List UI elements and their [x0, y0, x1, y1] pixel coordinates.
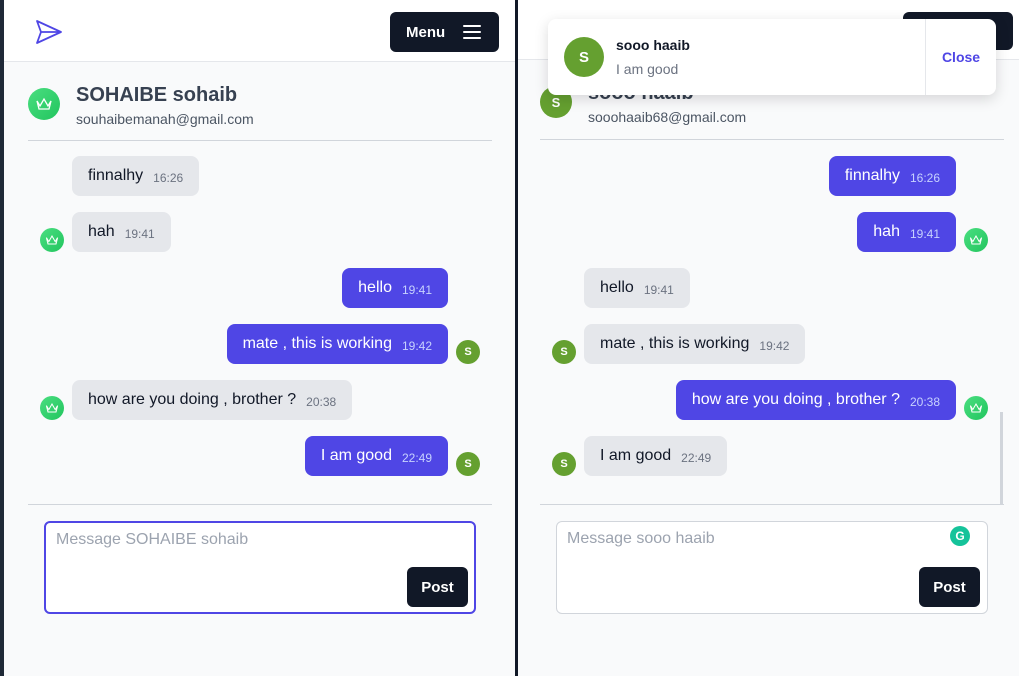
avatar: S	[552, 452, 576, 476]
crown-icon	[964, 396, 988, 420]
header-divider	[540, 139, 1004, 140]
avatar: S	[564, 37, 604, 77]
message-bubble: hah 19:41	[72, 212, 171, 252]
hamburger-icon	[463, 25, 481, 39]
message-bubble: finnalhy 16:26	[72, 156, 200, 196]
message-input[interactable]	[56, 531, 464, 561]
contact-name: SOHAIBE sohaib	[76, 84, 238, 106]
message-bubble: hah 19:41	[857, 212, 956, 252]
header-divider	[28, 140, 492, 141]
avatar: S	[456, 452, 480, 476]
paper-plane-icon[interactable]	[34, 18, 64, 46]
menu-button[interactable]: Menu	[390, 12, 499, 52]
scrollbar[interactable]	[1000, 412, 1003, 504]
crown-icon	[40, 396, 64, 420]
message-bubble: mate , this is working 19:42	[226, 324, 448, 364]
composer-divider	[540, 504, 1004, 505]
contact-email: souhaibemanah@gmail.com	[76, 111, 254, 127]
post-button[interactable]: Post	[919, 567, 980, 607]
message-bubble: how are you doing , brother ? 20:38	[675, 380, 956, 420]
menu-label: Menu	[406, 23, 446, 41]
message-input[interactable]	[567, 530, 977, 560]
composer-divider	[28, 504, 492, 505]
message-bubble: finnalhy 16:26	[828, 156, 956, 196]
grammarly-icon[interactable]: G	[950, 526, 970, 546]
top-bar: Menu	[4, 0, 515, 62]
contact-email: sooohaaib68@gmail.com	[588, 109, 747, 125]
chat-pane-right: S sooo haaib sooohaaib68@gmail.com finna…	[518, 0, 1019, 676]
message-bubble: mate , this is working 19:42	[584, 324, 806, 364]
close-button[interactable]: Close	[926, 19, 996, 95]
crown-icon	[964, 228, 988, 252]
message-bubble: hello 19:41	[584, 268, 690, 308]
avatar: S	[456, 340, 480, 364]
notification-message: I am good	[616, 61, 679, 77]
post-button[interactable]: Post	[407, 567, 468, 607]
avatar: S	[552, 340, 576, 364]
crown-icon	[40, 228, 64, 252]
chat-pane-left: Menu SOHAIBE sohaib souhaibemanah@gmail.…	[4, 0, 515, 676]
message-bubble: hello 19:41	[342, 268, 448, 308]
message-bubble: I am good 22:49	[304, 436, 448, 476]
message-composer: G Post	[556, 521, 988, 614]
notification-toast: S sooo haaib I am good Close	[548, 19, 996, 95]
crown-icon	[28, 88, 60, 120]
message-composer: Post	[44, 521, 476, 614]
notification-sender: sooo haaib	[616, 37, 690, 53]
message-bubble: how are you doing , brother ? 20:38	[72, 380, 353, 420]
message-bubble: I am good 22:49	[584, 436, 728, 476]
